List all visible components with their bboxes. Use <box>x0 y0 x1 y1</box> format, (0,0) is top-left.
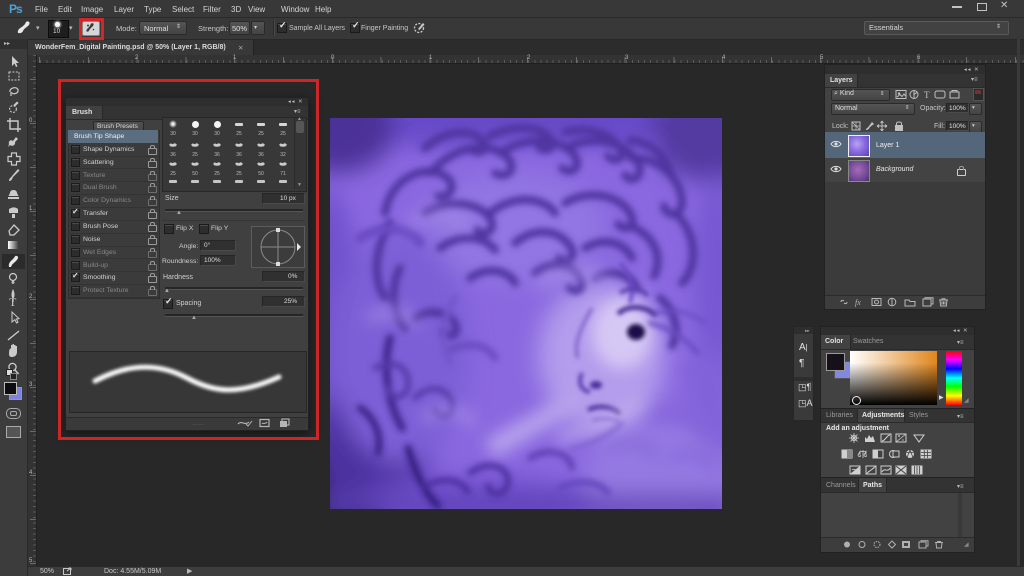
svg-text:fx: fx <box>855 298 861 307</box>
svg-text:T: T <box>924 90 930 100</box>
svg-text:T: T <box>9 295 17 309</box>
